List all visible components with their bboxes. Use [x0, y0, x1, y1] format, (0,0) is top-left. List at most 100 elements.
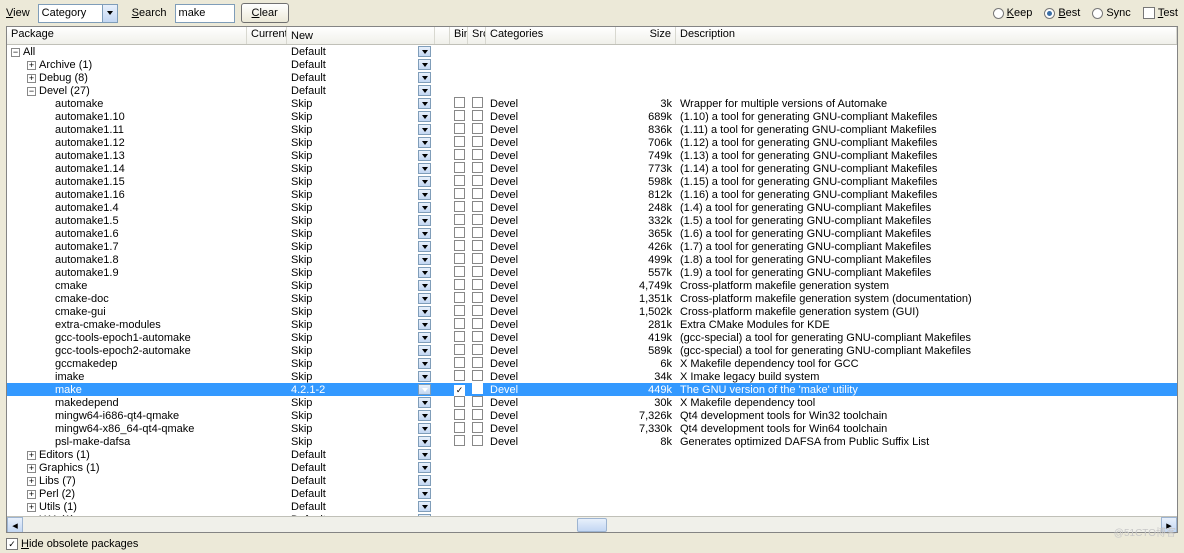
- chevron-down-icon[interactable]: [418, 150, 431, 161]
- hide-obsolete-checkbox[interactable]: ✓Hide obsolete packages: [6, 538, 138, 550]
- src-checkbox[interactable]: [472, 110, 483, 121]
- category-row[interactable]: +Utils (1) Default: [7, 500, 1177, 513]
- src-checkbox[interactable]: [472, 188, 483, 199]
- chevron-down-icon[interactable]: [418, 501, 431, 512]
- src-checkbox[interactable]: [472, 123, 483, 134]
- category-row[interactable]: −All Default: [7, 45, 1177, 58]
- bin-checkbox[interactable]: [454, 149, 465, 160]
- src-checkbox[interactable]: [472, 344, 483, 355]
- chevron-down-icon[interactable]: [418, 98, 431, 109]
- src-checkbox[interactable]: [472, 162, 483, 173]
- chevron-down-icon[interactable]: [418, 72, 431, 83]
- src-checkbox[interactable]: [472, 370, 483, 381]
- src-checkbox[interactable]: [472, 357, 483, 368]
- bin-checkbox[interactable]: [454, 188, 465, 199]
- scroll-thumb[interactable]: [577, 518, 607, 532]
- chevron-down-icon[interactable]: [418, 46, 431, 57]
- tree-toggle-icon[interactable]: −: [27, 87, 36, 96]
- package-row[interactable]: psl-make-dafsa Skip Devel 8k Generates o…: [7, 435, 1177, 448]
- best-radio[interactable]: Best: [1044, 7, 1080, 19]
- bin-checkbox[interactable]: [454, 357, 465, 368]
- col-new[interactable]: New: [287, 27, 435, 44]
- chevron-down-icon[interactable]: [418, 215, 431, 226]
- chevron-down-icon[interactable]: [418, 449, 431, 460]
- view-dropdown[interactable]: Category: [38, 4, 118, 23]
- col-size[interactable]: Size: [616, 27, 676, 44]
- package-row[interactable]: make 4.2.1-2 ✓ Devel 449k The GNU versio…: [7, 383, 1177, 396]
- chevron-down-icon[interactable]: [418, 384, 431, 395]
- package-row[interactable]: automake1.6 Skip Devel 365k (1.6) a tool…: [7, 227, 1177, 240]
- package-row[interactable]: mingw64-i686-qt4-qmake Skip Devel 7,326k…: [7, 409, 1177, 422]
- package-row[interactable]: gcc-tools-epoch1-automake Skip Devel 419…: [7, 331, 1177, 344]
- tree-toggle-icon[interactable]: +: [27, 503, 36, 512]
- sync-radio[interactable]: Sync: [1092, 7, 1130, 19]
- src-checkbox[interactable]: [472, 214, 483, 225]
- chevron-down-icon[interactable]: [418, 488, 431, 499]
- col-package[interactable]: Package: [7, 27, 247, 44]
- bin-checkbox[interactable]: [454, 214, 465, 225]
- bin-checkbox[interactable]: [454, 227, 465, 238]
- tree-toggle-icon[interactable]: +: [27, 451, 36, 460]
- chevron-down-icon[interactable]: [418, 293, 431, 304]
- chevron-down-icon[interactable]: [418, 59, 431, 70]
- package-row[interactable]: automake1.13 Skip Devel 749k (1.13) a to…: [7, 149, 1177, 162]
- chevron-down-icon[interactable]: [418, 85, 431, 96]
- chevron-down-icon[interactable]: [418, 306, 431, 317]
- src-checkbox[interactable]: [472, 383, 483, 394]
- bin-checkbox[interactable]: [454, 370, 465, 381]
- src-checkbox[interactable]: [472, 318, 483, 329]
- src-checkbox[interactable]: [472, 396, 483, 407]
- category-row[interactable]: +Libs (7) Default: [7, 474, 1177, 487]
- category-row[interactable]: +Debug (8) Default: [7, 71, 1177, 84]
- chevron-down-icon[interactable]: [418, 241, 431, 252]
- bin-checkbox[interactable]: [454, 110, 465, 121]
- bin-checkbox[interactable]: [454, 175, 465, 186]
- keep-radio[interactable]: Keep: [993, 7, 1033, 19]
- package-row[interactable]: automake1.5 Skip Devel 332k (1.5) a tool…: [7, 214, 1177, 227]
- test-checkbox[interactable]: Test: [1143, 7, 1178, 19]
- package-row[interactable]: imake Skip Devel 34k X Imake legacy buil…: [7, 370, 1177, 383]
- bin-checkbox[interactable]: [454, 253, 465, 264]
- src-checkbox[interactable]: [472, 305, 483, 316]
- chevron-down-icon[interactable]: [418, 163, 431, 174]
- bin-checkbox[interactable]: [454, 292, 465, 303]
- bin-checkbox[interactable]: [454, 97, 465, 108]
- bin-checkbox[interactable]: [454, 409, 465, 420]
- category-row[interactable]: +Perl (2) Default: [7, 487, 1177, 500]
- chevron-down-icon[interactable]: [418, 423, 431, 434]
- chevron-down-icon[interactable]: [418, 280, 431, 291]
- src-checkbox[interactable]: [472, 97, 483, 108]
- bin-checkbox[interactable]: [454, 136, 465, 147]
- chevron-down-icon[interactable]: [418, 137, 431, 148]
- bin-checkbox[interactable]: [454, 422, 465, 433]
- chevron-down-icon[interactable]: [418, 111, 431, 122]
- tree-toggle-icon[interactable]: −: [11, 48, 20, 57]
- package-row[interactable]: cmake-doc Skip Devel 1,351k Cross-platfo…: [7, 292, 1177, 305]
- tree-toggle-icon[interactable]: +: [27, 464, 36, 473]
- bin-checkbox[interactable]: [454, 279, 465, 290]
- chevron-down-icon[interactable]: [418, 228, 431, 239]
- chevron-down-icon[interactable]: [418, 397, 431, 408]
- tree-toggle-icon[interactable]: +: [27, 74, 36, 83]
- chevron-down-icon[interactable]: [418, 267, 431, 278]
- package-row[interactable]: automake1.16 Skip Devel 812k (1.16) a to…: [7, 188, 1177, 201]
- src-checkbox[interactable]: [472, 136, 483, 147]
- bin-checkbox[interactable]: [454, 435, 465, 446]
- chevron-down-icon[interactable]: [418, 345, 431, 356]
- package-row[interactable]: automake1.12 Skip Devel 706k (1.12) a to…: [7, 136, 1177, 149]
- tree-toggle-icon[interactable]: +: [27, 477, 36, 486]
- col-description[interactable]: Description: [676, 27, 1177, 44]
- package-row[interactable]: mingw64-x86_64-qt4-qmake Skip Devel 7,33…: [7, 422, 1177, 435]
- chevron-down-icon[interactable]: [418, 319, 431, 330]
- search-input[interactable]: [175, 4, 235, 23]
- src-checkbox[interactable]: [472, 149, 483, 160]
- bin-checkbox[interactable]: [454, 318, 465, 329]
- tree-toggle-icon[interactable]: +: [27, 61, 36, 70]
- package-row[interactable]: automake1.15 Skip Devel 598k (1.15) a to…: [7, 175, 1177, 188]
- src-checkbox[interactable]: [472, 175, 483, 186]
- chevron-down-icon[interactable]: [418, 202, 431, 213]
- bin-checkbox[interactable]: [454, 331, 465, 342]
- bin-checkbox[interactable]: [454, 266, 465, 277]
- src-checkbox[interactable]: [472, 266, 483, 277]
- horizontal-scrollbar[interactable]: ◂ ▸: [7, 516, 1177, 532]
